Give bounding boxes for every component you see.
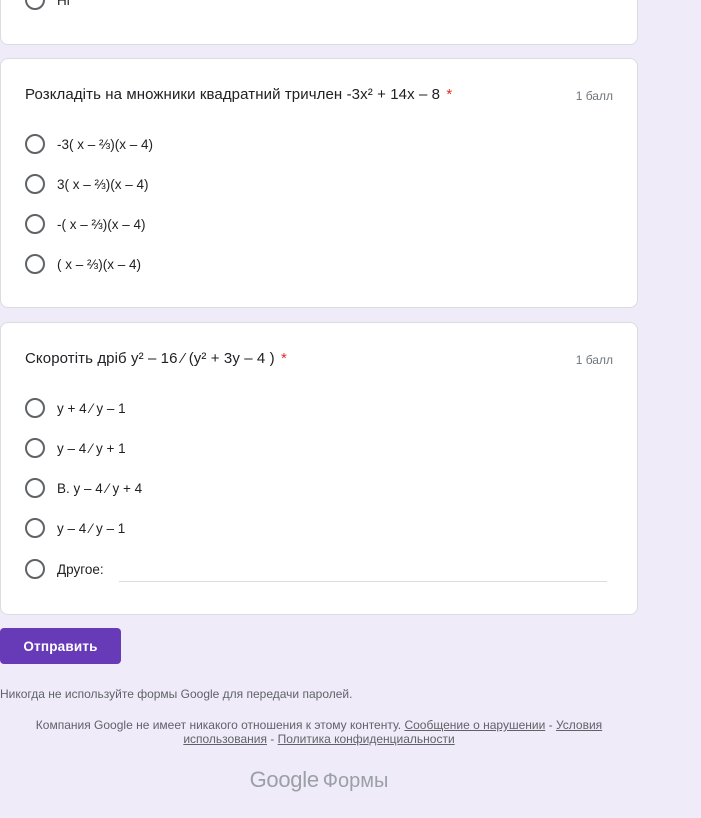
points-label: 1 балл: [575, 89, 613, 103]
separator: -: [545, 718, 556, 732]
option-row[interactable]: y + 4 ⁄ y – 1: [25, 398, 126, 418]
privacy-link[interactable]: Политика конфиденциальности: [278, 732, 455, 746]
option-row[interactable]: y – 4 ⁄ y + 1: [25, 438, 126, 458]
submit-button[interactable]: Отправить: [0, 628, 121, 664]
disclaimer-text: Компания Google не имеет никакого отноше…: [35, 718, 402, 732]
radio-button[interactable]: [25, 398, 45, 418]
question-text: Розкладіть на множники квадратний тричле…: [25, 86, 441, 103]
option-label: y + 4 ⁄ y – 1: [57, 400, 126, 416]
required-marker: *: [446, 86, 453, 103]
question-card-previous: Ні: [0, 0, 638, 45]
other-text-input[interactable]: [119, 557, 611, 581]
option-label: y – 4 ⁄ y + 1: [57, 440, 126, 456]
password-warning: Никогда не используйте формы Google для …: [0, 687, 353, 701]
question-title: Розкладіть на множники квадратний тричле…: [25, 86, 452, 103]
radio-button[interactable]: [25, 174, 45, 194]
option-row[interactable]: -( x – ⅔)(x – 4): [25, 214, 146, 234]
radio-button[interactable]: [25, 254, 45, 274]
option-row[interactable]: ( x – ⅔)(x – 4): [25, 254, 141, 274]
question-card-factorize: Розкладіть на множники квадратний тричле…: [0, 58, 638, 308]
option-row[interactable]: Ні: [25, 0, 70, 10]
radio-button[interactable]: [25, 559, 45, 579]
brand-forms: Формы: [322, 770, 389, 792]
option-label: -( x – ⅔)(x – 4): [57, 216, 146, 232]
option-row[interactable]: y – 4 ⁄ y – 1: [25, 518, 125, 538]
option-row[interactable]: B. y – 4 ⁄ y + 4: [25, 478, 142, 498]
question-text: Скоротіть дріб y² – 16 ⁄ (y² + 3y – 4 ): [25, 350, 275, 367]
disclaimer: Компания Google не имеет никакого отноше…: [0, 718, 638, 746]
question-card-simplify: Скоротіть дріб y² – 16 ⁄ (y² + 3y – 4 ) …: [0, 322, 638, 615]
option-row[interactable]: 3( x – ⅔)(x – 4): [25, 174, 149, 194]
other-input-underline: [119, 581, 607, 582]
option-label: B. y – 4 ⁄ y + 4: [57, 480, 143, 496]
google-forms-logo[interactable]: Google Формы: [0, 767, 638, 793]
points-label: 1 балл: [575, 353, 613, 367]
option-row[interactable]: -3( x – ⅔)(x – 4): [25, 134, 153, 154]
option-label: y – 4 ⁄ y – 1: [57, 520, 126, 536]
option-label: 3( x – ⅔)(x – 4): [57, 176, 149, 192]
radio-button[interactable]: [25, 214, 45, 234]
radio-button[interactable]: [25, 438, 45, 458]
radio-button[interactable]: [25, 0, 45, 10]
radio-button[interactable]: [25, 478, 45, 498]
option-label: -3( x – ⅔)(x – 4): [57, 136, 154, 152]
option-label: ( x – ⅔)(x – 4): [57, 256, 142, 272]
option-row-other[interactable]: Другое:: [25, 559, 104, 579]
brand-google: Google: [249, 767, 319, 792]
other-label: Другое:: [57, 561, 104, 577]
radio-button[interactable]: [25, 134, 45, 154]
report-abuse-link[interactable]: Сообщение о нарушении: [404, 718, 545, 732]
required-marker: *: [281, 350, 287, 367]
separator: -: [266, 732, 278, 746]
question-title: Скоротіть дріб y² – 16 ⁄ (y² + 3y – 4 ) …: [25, 350, 287, 367]
option-label: Ні: [57, 0, 70, 8]
radio-button[interactable]: [25, 518, 45, 538]
